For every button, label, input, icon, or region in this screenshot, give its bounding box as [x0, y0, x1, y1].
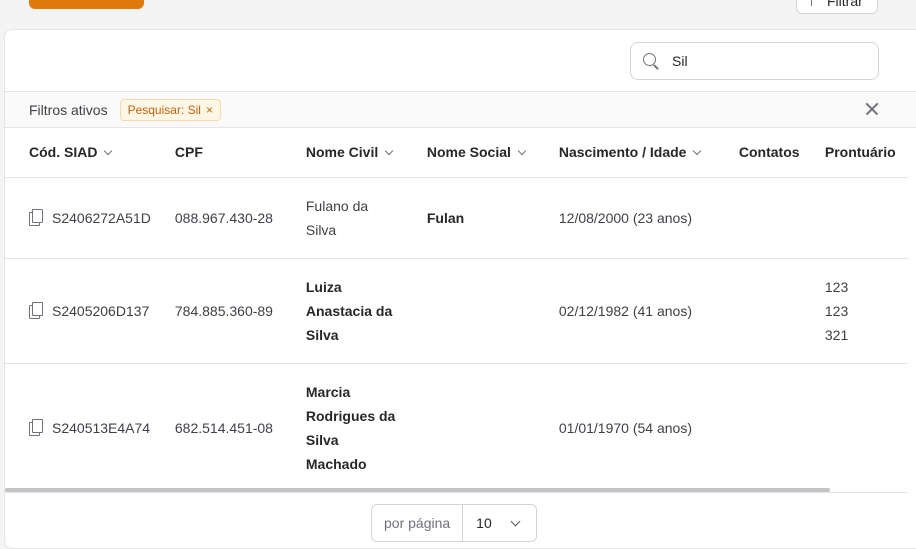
- per-page-label: por página: [372, 505, 464, 541]
- per-page-value: 10: [476, 515, 492, 531]
- cpf-cell: 682.514.451-08: [162, 363, 294, 493]
- birth-cell: 12/08/2000 (23 anos): [546, 177, 727, 259]
- birth-cell: 02/12/1982 (41 anos): [546, 258, 727, 364]
- birth-cell: 01/01/1970 (54 anos): [546, 363, 727, 493]
- column-header-social-name[interactable]: Nome Social: [414, 128, 547, 178]
- top-toolbar: Filtrar: [0, 0, 916, 30]
- filter-button-label: Filtrar: [827, 0, 863, 9]
- cpf-cell: 088.967.430-28: [162, 177, 294, 259]
- social-name-cell: Fulan: [414, 177, 547, 259]
- records-cell: [812, 177, 908, 259]
- copy-icon[interactable]: [29, 418, 43, 436]
- records-cell: [812, 363, 908, 493]
- table-row[interactable]: S240513E4A74 682.514.451-08 Marcia Rodrig…: [5, 363, 908, 493]
- search-box[interactable]: [630, 42, 879, 80]
- patients-card: Filtros ativos Pesquisar: Sil × Cód. SIA…: [4, 29, 916, 549]
- social-name-cell: [414, 363, 547, 493]
- records-cell: 123 123 321: [812, 258, 908, 364]
- per-page-select[interactable]: 10: [463, 515, 521, 531]
- copy-icon[interactable]: [29, 301, 43, 319]
- column-header-records: Prontuário: [812, 128, 908, 178]
- primary-action-button[interactable]: [29, 0, 144, 9]
- copy-icon[interactable]: [29, 208, 43, 226]
- code-cell: S240513E4A74: [5, 363, 163, 493]
- column-header-birth[interactable]: Nascimento / Idade: [546, 128, 727, 178]
- sort-chevron-icon: [693, 147, 702, 156]
- clear-filters-icon[interactable]: [865, 102, 879, 116]
- active-filters-label: Filtros ativos: [29, 101, 108, 118]
- search-row: [5, 30, 916, 92]
- code-cell: S2406272A51D: [5, 177, 163, 259]
- contacts-cell: [726, 177, 813, 259]
- chevron-down-icon: [510, 516, 521, 526]
- remove-chip-icon[interactable]: ×: [206, 103, 213, 117]
- column-header-cpf: CPF: [162, 128, 294, 178]
- social-name-cell: [414, 258, 547, 364]
- contacts-cell: [726, 258, 813, 364]
- cpf-cell: 784.885.360-89: [162, 258, 294, 364]
- filter-chip-search[interactable]: Pesquisar: Sil ×: [119, 98, 221, 121]
- sort-chevron-icon: [384, 147, 394, 156]
- filter-chip-label: Pesquisar: Sil: [127, 102, 201, 117]
- code-cell: S2405206D137: [5, 258, 163, 364]
- sort-chevron-icon: [517, 147, 527, 156]
- patients-table: Cód. SIAD CPF Nome Civil Nome Social Nas…: [5, 128, 908, 493]
- table-row[interactable]: S2405206D137 784.885.360-89 Luiza Anastac…: [5, 258, 908, 364]
- civil-name-cell: Fulano da Silva: [293, 177, 415, 259]
- table-header-row: Cód. SIAD CPF Nome Civil Nome Social Nas…: [5, 128, 908, 178]
- contacts-cell: [726, 363, 813, 493]
- pagination-size-selector[interactable]: por página 10: [371, 504, 537, 542]
- patients-table-container: Cód. SIAD CPF Nome Civil Nome Social Nas…: [5, 128, 916, 493]
- civil-name-cell: Luiza Anastacia da Silva: [293, 258, 415, 364]
- column-header-code[interactable]: Cód. SIAD: [5, 128, 163, 178]
- civil-name-cell: Marcia Rodrigues da Silva Machado: [293, 363, 415, 493]
- search-input[interactable]: [672, 53, 852, 69]
- horizontal-scrollbar[interactable]: [5, 488, 830, 492]
- table-row[interactable]: S2406272A51D 088.967.430-28 Fulano da Sil…: [5, 177, 908, 259]
- filter-icon: [811, 0, 821, 6]
- active-filters-bar: Filtros ativos Pesquisar: Sil ×: [5, 91, 916, 128]
- column-header-contacts: Contatos: [726, 128, 813, 178]
- search-icon: [643, 53, 659, 69]
- filter-button[interactable]: Filtrar: [796, 0, 878, 14]
- sort-chevron-icon: [104, 147, 113, 156]
- column-header-civil-name[interactable]: Nome Civil: [293, 128, 415, 178]
